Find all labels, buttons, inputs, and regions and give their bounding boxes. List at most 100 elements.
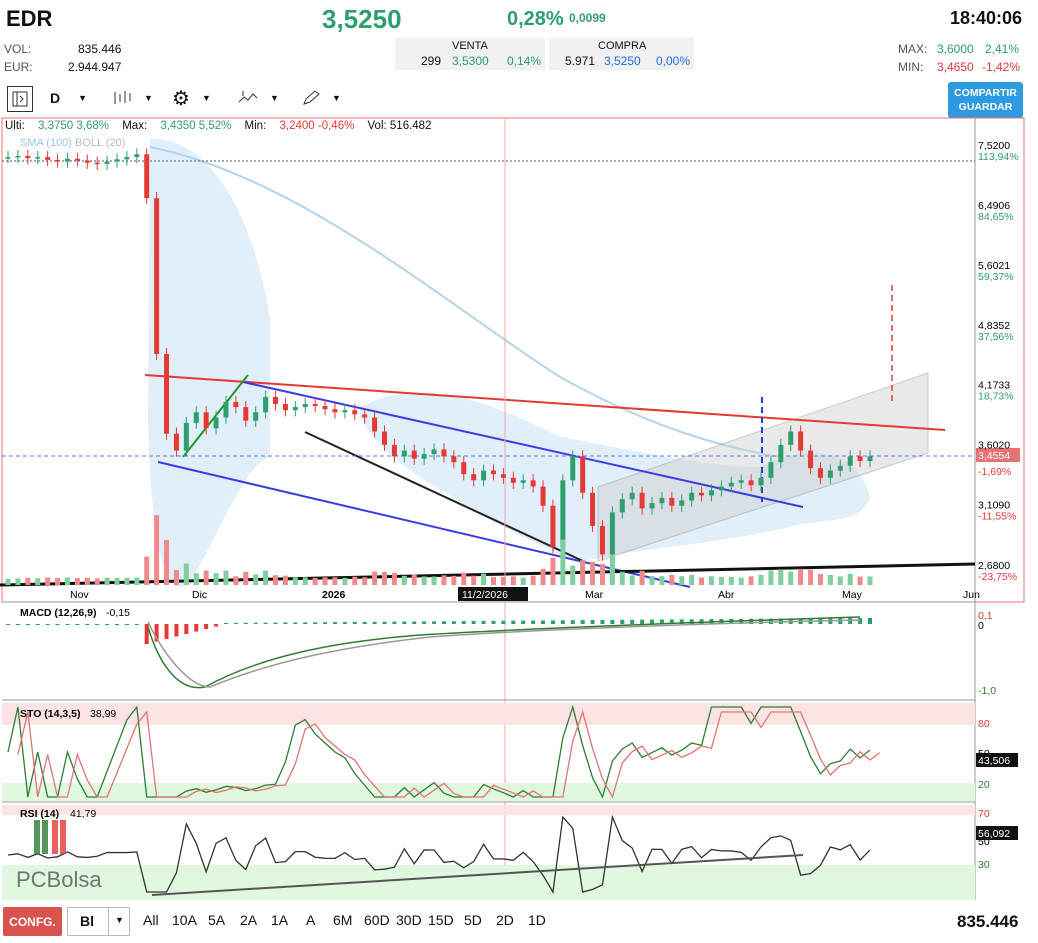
candle-body — [183, 422, 189, 451]
macd-bar — [362, 621, 367, 624]
x-tick-label: Jun — [963, 589, 980, 601]
chart-type-button[interactable]: ▼ — [112, 86, 153, 110]
volume-bar — [154, 515, 160, 585]
volume-bar — [114, 577, 120, 585]
rsi-current-value: 56,092 — [978, 828, 1010, 840]
candle-body — [808, 450, 814, 469]
current-value-text: 3,4554 — [978, 450, 1010, 462]
volume-bar — [490, 577, 496, 585]
settings-button[interactable]: ⚙ ▼ — [172, 86, 211, 110]
range-button-all[interactable]: All — [143, 912, 159, 928]
candle-body — [570, 456, 576, 481]
ulti-label: Ulti: — [5, 120, 25, 132]
clock-time: 18:40:06 — [950, 8, 1023, 28]
range-button-5d[interactable]: 5D — [464, 912, 482, 928]
candle-body — [560, 480, 566, 548]
volume-bar — [540, 568, 546, 585]
macd-bar — [640, 619, 645, 624]
macd-bar — [590, 620, 595, 624]
candle-body — [203, 412, 209, 429]
volume-bar — [758, 574, 764, 585]
candle-body — [441, 449, 447, 457]
range-button-2d[interactable]: 2D — [496, 912, 514, 928]
indicators-button[interactable]: ▼ — [238, 86, 279, 110]
candle-body — [857, 456, 863, 462]
macd-bar — [323, 622, 328, 624]
range-button-6m[interactable]: 6M — [333, 912, 352, 928]
macd-bar — [194, 624, 199, 632]
volume-bar — [649, 576, 655, 585]
sto-current-value: 43,506 — [978, 755, 1010, 767]
range-button-60d[interactable]: 60D — [364, 912, 390, 928]
volume-bar — [560, 539, 566, 585]
volume-bar — [748, 576, 754, 585]
volume-bar — [580, 560, 586, 585]
candle-body — [461, 462, 467, 475]
panel-toggle-button[interactable] — [7, 86, 33, 112]
volume-bar — [431, 576, 437, 585]
share-save-button[interactable]: COMPARTIR GUARDAR — [948, 82, 1023, 118]
min-pct-2: -0,46% — [317, 120, 355, 132]
macd-bar — [174, 624, 179, 637]
candle-body — [689, 492, 695, 501]
range-button-a[interactable]: A — [306, 912, 315, 928]
current-pct-text: -1,69% — [978, 466, 1011, 478]
max-value-2: 3,4350 — [160, 120, 196, 132]
volume-bar — [867, 576, 873, 585]
macd-bar — [65, 624, 70, 625]
drawing-tools-button[interactable]: ▼ — [302, 86, 341, 110]
macd-value: -0,15 — [106, 607, 130, 619]
macd-bar — [461, 621, 466, 624]
volume-bar — [282, 575, 288, 585]
volume-bar — [471, 575, 477, 585]
chart-style-select[interactable]: Bl ▼ — [67, 907, 130, 936]
candle-body — [758, 477, 764, 486]
candle-body — [481, 470, 487, 481]
macd-bar — [243, 622, 248, 624]
macd-bar — [352, 621, 357, 624]
price-tick-pct: -23,75% — [978, 571, 1017, 583]
chevron-down-icon: ▼ — [201, 93, 211, 103]
select-divider — [108, 908, 109, 935]
sto-value: 38,99 — [90, 708, 116, 720]
chart-canvas[interactable]: 3,4554 -1,69% 7,5200113,94%6,490684,65%5… — [0, 117, 1038, 903]
sell-pct: 0,14% — [507, 54, 542, 68]
macd-bar — [293, 622, 298, 624]
price-tick-pct: -11,55% — [978, 511, 1016, 523]
range-button-30d[interactable]: 30D — [396, 912, 422, 928]
volume-bar — [718, 576, 724, 585]
candle-body — [768, 462, 774, 478]
range-button-1d[interactable]: 1D — [528, 912, 546, 928]
range-button-5a[interactable]: 5A — [208, 912, 225, 928]
candle-body — [421, 454, 427, 459]
candle-body — [679, 500, 685, 506]
period-selector[interactable]: D ▼ — [50, 86, 87, 110]
volume-bar — [609, 555, 615, 585]
volume-bar — [5, 579, 11, 585]
volume-bar — [500, 577, 506, 585]
range-button-15d[interactable]: 15D — [428, 912, 454, 928]
candle-body — [837, 465, 843, 471]
candle-body — [550, 505, 556, 548]
range-button-10a[interactable]: 10A — [172, 912, 197, 928]
volume-bar — [808, 569, 814, 585]
rsi-value: 41,79 — [70, 808, 96, 820]
candle-body — [708, 490, 714, 496]
volume-bar — [520, 577, 526, 585]
candle-body — [827, 470, 833, 478]
chevron-down-icon: ▼ — [78, 93, 88, 103]
volume-bar — [203, 570, 209, 585]
sell-label: VENTA — [452, 40, 488, 52]
volume-bar — [391, 572, 397, 585]
volume-bar — [629, 575, 635, 585]
volume-bar — [35, 578, 41, 585]
range-button-1a[interactable]: 1A — [271, 912, 288, 928]
macd-bar — [85, 624, 90, 625]
sell-price: 3,5300 — [452, 54, 489, 68]
range-button-2a[interactable]: 2A — [240, 912, 257, 928]
config-button[interactable]: CONFG. — [3, 907, 62, 936]
volume-bar — [401, 575, 407, 585]
min-label: MIN: — [898, 60, 924, 74]
candle-body — [322, 406, 328, 410]
candle-body — [649, 503, 655, 509]
